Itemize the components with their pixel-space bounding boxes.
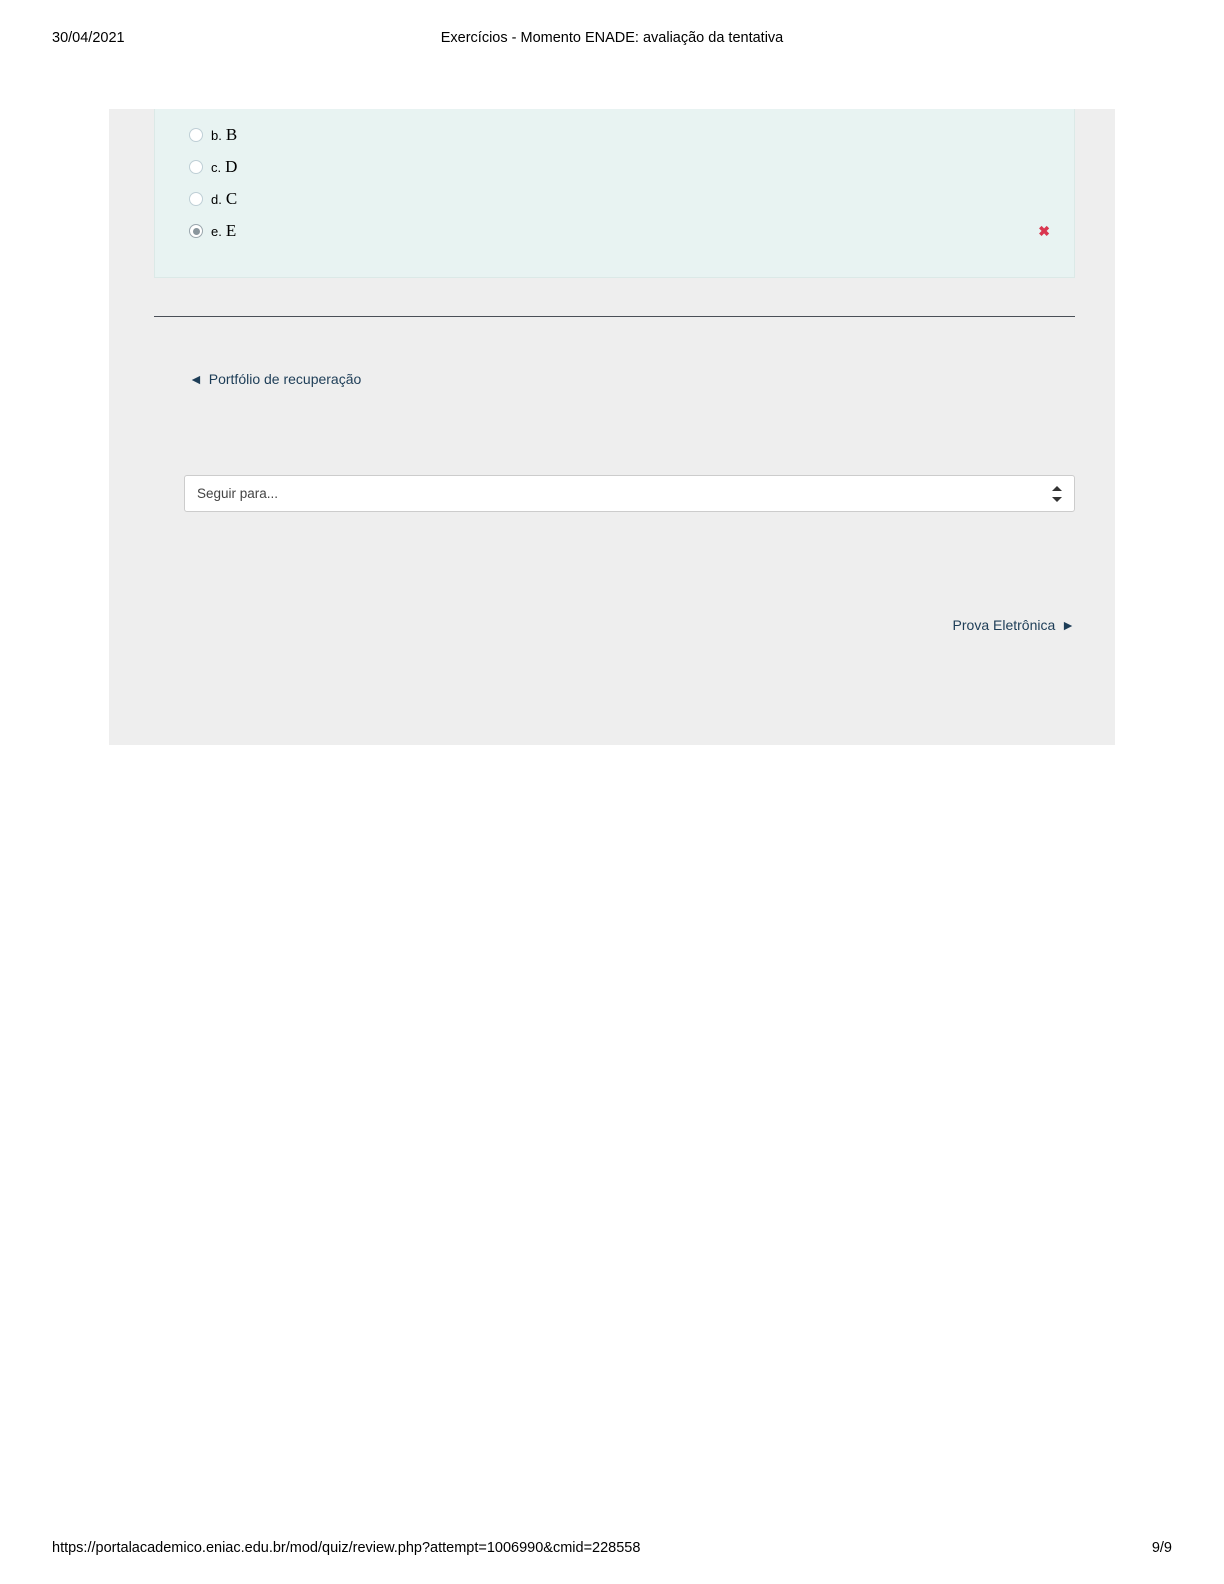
next-activity-link[interactable]: Prova Eletrônica ► bbox=[109, 617, 1075, 635]
radio-icon bbox=[189, 128, 203, 142]
arrow-right-icon: ► bbox=[1061, 619, 1075, 634]
prev-activity-link[interactable]: ◄ Portfólio de recuperação bbox=[189, 371, 1115, 389]
divider bbox=[154, 316, 1075, 317]
page-title: Exercícios - Momento ENADE: avaliação da… bbox=[0, 30, 1224, 46]
option-row-b[interactable]: b. B bbox=[189, 119, 1054, 151]
radio-selected-icon bbox=[189, 224, 203, 238]
arrow-left-icon: ◄ bbox=[189, 373, 203, 388]
option-index: e. bbox=[211, 224, 222, 239]
option-letter: B bbox=[226, 125, 237, 145]
question-options: b. B c. D d. C e. E ✖ bbox=[154, 109, 1075, 278]
select-sort-icon bbox=[1052, 486, 1064, 502]
option-row-e[interactable]: e. E ✖ bbox=[189, 215, 1054, 247]
jump-to-wrap: Seguir para... bbox=[184, 475, 1075, 512]
jump-to-select[interactable]: Seguir para... bbox=[184, 475, 1075, 512]
prev-activity-label: Portfólio de recuperação bbox=[209, 371, 362, 387]
option-letter: E bbox=[226, 221, 236, 241]
option-letter: D bbox=[225, 157, 237, 177]
option-index: c. bbox=[211, 160, 221, 175]
option-row-c[interactable]: c. D bbox=[189, 151, 1054, 183]
incorrect-icon: ✖ bbox=[1038, 223, 1050, 240]
radio-icon bbox=[189, 160, 203, 174]
option-index: b. bbox=[211, 128, 222, 143]
option-letter: C bbox=[226, 189, 237, 209]
next-activity-label: Prova Eletrônica bbox=[953, 617, 1056, 633]
option-row-d[interactable]: d. C bbox=[189, 183, 1054, 215]
option-index: d. bbox=[211, 192, 222, 207]
content-panel: b. B c. D d. C e. E ✖ ◄ Portfólio de rec… bbox=[109, 109, 1115, 745]
print-url: https://portalacademico.eniac.edu.br/mod… bbox=[52, 1540, 640, 1556]
jump-to-placeholder: Seguir para... bbox=[197, 486, 278, 501]
radio-icon bbox=[189, 192, 203, 206]
print-page-number: 9/9 bbox=[1152, 1540, 1172, 1556]
